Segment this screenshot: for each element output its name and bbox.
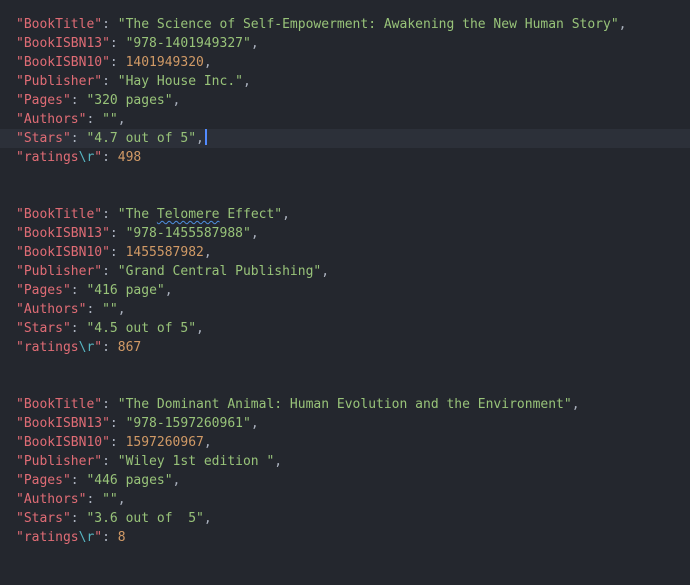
json-number-value: 1597260967 bbox=[125, 435, 204, 450]
json-key: "Authors" bbox=[16, 302, 87, 317]
code-line-isbn10[interactable]: "BookISBN10": 1597260967, bbox=[0, 433, 690, 452]
json-key: "BookISBN10" bbox=[16, 245, 110, 260]
code-line-pages[interactable]: "Pages": "446 pages", bbox=[0, 471, 690, 490]
json-string-value: "Hay House Inc." bbox=[117, 74, 243, 89]
json-key: "BookTitle" bbox=[16, 17, 103, 32]
code-line-pages[interactable]: "Pages": "416 page", bbox=[0, 281, 690, 300]
code-line-publisher[interactable]: "Publisher": "Wiley 1st edition ", bbox=[0, 452, 690, 471]
json-number-value: 1401949320 bbox=[125, 55, 204, 70]
json-number-value: 867 bbox=[117, 340, 142, 355]
code-line-isbn13[interactable]: "BookISBN13": "978-1455587988", bbox=[0, 224, 690, 243]
code-line-stars-active[interactable]: "Stars": "4.7 out of 5", bbox=[0, 129, 690, 148]
json-key: "Authors" bbox=[16, 492, 87, 507]
json-string-value: "978-1455587988" bbox=[125, 226, 251, 241]
json-key: "Authors" bbox=[16, 112, 87, 127]
code-editor[interactable]: "BookTitle": "The Science of Self-Empowe… bbox=[0, 0, 690, 585]
json-number-value: 1455587982 bbox=[125, 245, 204, 260]
json-string-value: "Grand Central Publishing" bbox=[117, 264, 322, 279]
code-line-ratings[interactable]: "ratings\r": 498 bbox=[0, 148, 690, 167]
json-key: "BookISBN10" bbox=[16, 435, 110, 450]
code-line-ratings[interactable]: "ratings\r": 867 bbox=[0, 338, 690, 357]
code-line-authors[interactable]: "Authors": "", bbox=[0, 110, 690, 129]
json-string-value: "978-1597260961" bbox=[125, 416, 251, 431]
json-key: "Stars" bbox=[16, 321, 71, 336]
code-line-publisher[interactable]: "Publisher": "Grand Central Publishing", bbox=[0, 262, 690, 281]
code-line-booktitle[interactable]: "BookTitle": "The Telomere Effect", bbox=[0, 205, 690, 224]
json-key: "Pages" bbox=[16, 93, 71, 108]
text-cursor bbox=[204, 129, 207, 145]
code-line-stars[interactable]: "Stars": "3.6 out of 5", bbox=[0, 509, 690, 528]
json-string-value: "416 page" bbox=[86, 283, 165, 298]
json-key: "ratings bbox=[16, 340, 79, 355]
json-string-value: "The Science of Self-Empowerment: Awaken… bbox=[117, 17, 619, 32]
json-key: "BookISBN13" bbox=[16, 36, 110, 51]
spelling-warning-word[interactable]: Telomere bbox=[157, 207, 220, 222]
json-key: "Publisher" bbox=[16, 454, 103, 469]
json-key: "Pages" bbox=[16, 283, 71, 298]
json-string-value: "446 pages" bbox=[86, 473, 173, 488]
code-line-stars[interactable]: "Stars": "4.5 out of 5", bbox=[0, 319, 690, 338]
json-string-value: "978-1401949327" bbox=[125, 36, 251, 51]
json-key: "BookISBN10" bbox=[16, 55, 110, 70]
code-line-isbn10[interactable]: "BookISBN10": 1401949320, bbox=[0, 53, 690, 72]
code-line-isbn10[interactable]: "BookISBN10": 1455587982, bbox=[0, 243, 690, 262]
json-number-value: 8 bbox=[117, 530, 126, 545]
code-line-authors[interactable]: "Authors": "", bbox=[0, 300, 690, 319]
json-number-value: 498 bbox=[117, 150, 142, 165]
json-string-value: "4.7 out of 5" bbox=[86, 131, 197, 146]
json-string-value: "" bbox=[102, 112, 118, 127]
code-line-booktitle[interactable]: "BookTitle": "The Dominant Animal: Human… bbox=[0, 395, 690, 414]
json-string-value: "3.6 out of 5" bbox=[86, 511, 204, 526]
json-key: "BookTitle" bbox=[16, 397, 103, 412]
code-line-authors[interactable]: "Authors": "", bbox=[0, 490, 690, 509]
json-string-value: "320 pages" bbox=[86, 93, 173, 108]
json-string-value: "" bbox=[102, 302, 118, 317]
json-string-value-start: "The bbox=[117, 207, 157, 222]
code-line-publisher[interactable]: "Publisher": "Hay House Inc.", bbox=[0, 72, 690, 91]
escape-sequence: \r bbox=[78, 150, 95, 165]
json-key: "Pages" bbox=[16, 473, 71, 488]
code-line-isbn13[interactable]: "BookISBN13": "978-1401949327", bbox=[0, 34, 690, 53]
escape-sequence: \r bbox=[78, 340, 95, 355]
json-key-end: " bbox=[94, 340, 103, 355]
json-key: "ratings bbox=[16, 150, 79, 165]
code-line-booktitle[interactable]: "BookTitle": "The Science of Self-Empowe… bbox=[0, 15, 690, 34]
code-line-pages[interactable]: "Pages": "320 pages", bbox=[0, 91, 690, 110]
json-string-value: "" bbox=[102, 492, 118, 507]
code-line-ratings[interactable]: "ratings\r": 8 bbox=[0, 528, 690, 547]
json-key: "Publisher" bbox=[16, 74, 103, 89]
escape-sequence: \r bbox=[78, 530, 95, 545]
json-key-end: " bbox=[94, 530, 103, 545]
json-key-end: " bbox=[94, 150, 103, 165]
code-line-isbn13[interactable]: "BookISBN13": "978-1597260961", bbox=[0, 414, 690, 433]
json-key: "BookTitle" bbox=[16, 207, 103, 222]
json-key: "Stars" bbox=[16, 131, 71, 146]
json-string-value: "Wiley 1st edition " bbox=[117, 454, 275, 469]
json-key: "BookISBN13" bbox=[16, 416, 110, 431]
json-string-value-end: Effect" bbox=[219, 207, 283, 222]
json-key: "Stars" bbox=[16, 511, 71, 526]
json-key: "Publisher" bbox=[16, 264, 103, 279]
json-string-value: "4.5 out of 5" bbox=[86, 321, 197, 336]
json-string-value: "The Dominant Animal: Human Evolution an… bbox=[117, 397, 572, 412]
json-key: "BookISBN13" bbox=[16, 226, 110, 241]
json-key: "ratings bbox=[16, 530, 79, 545]
